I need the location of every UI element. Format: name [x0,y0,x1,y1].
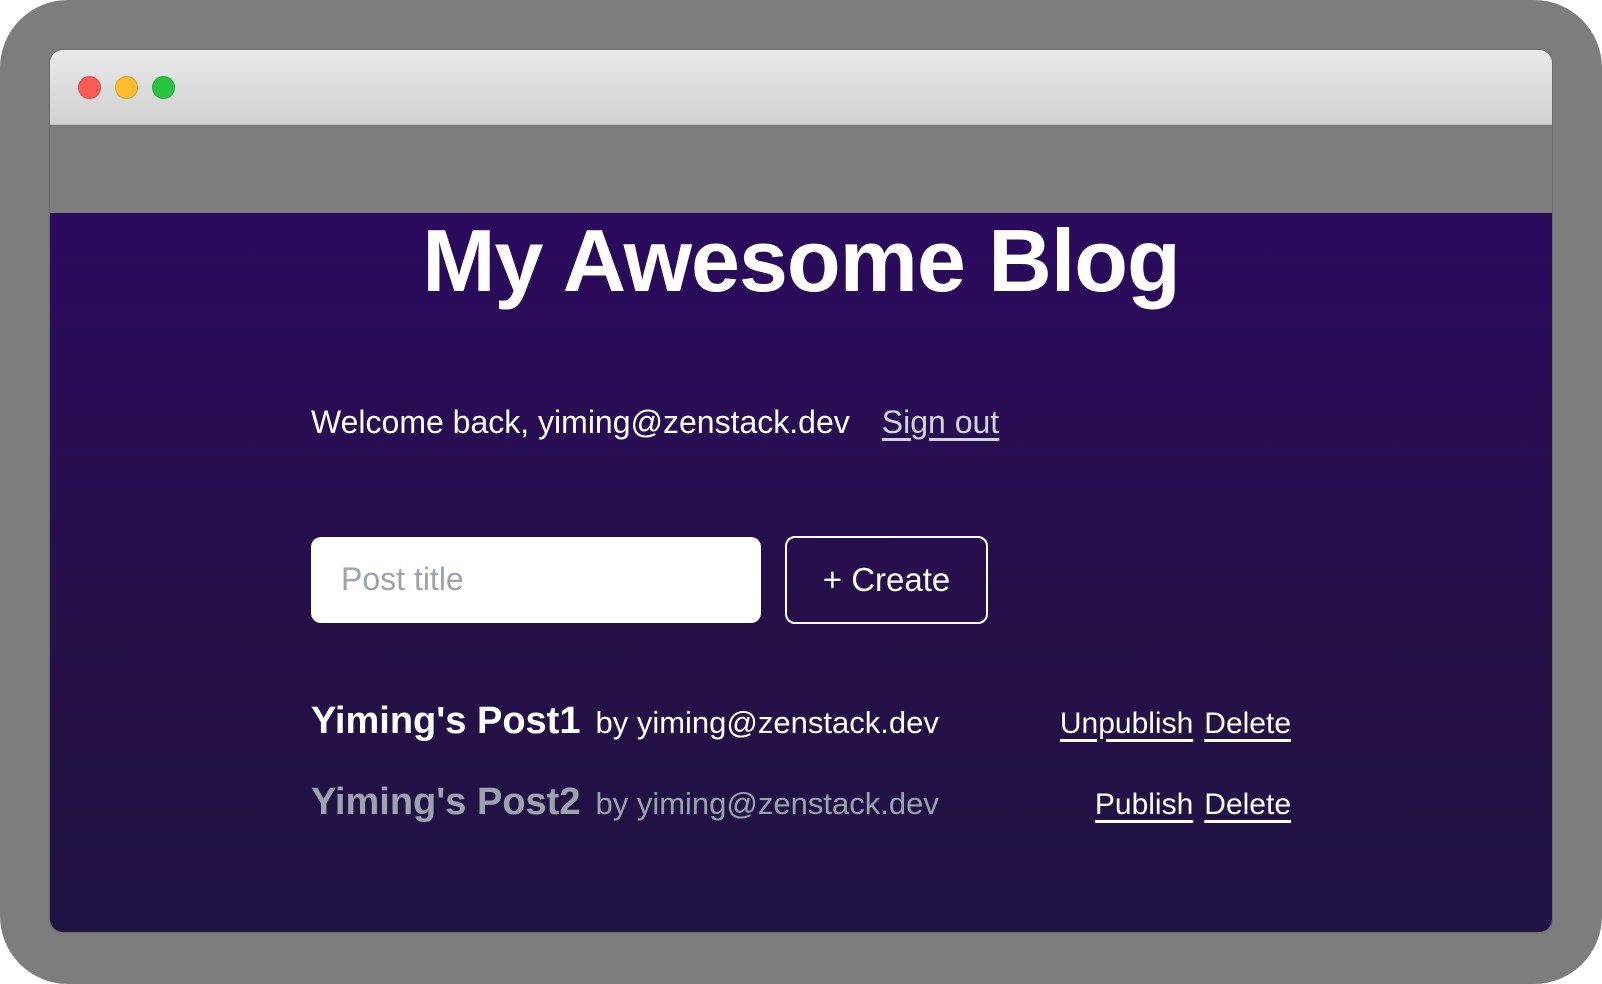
window-shadow-backdrop: My Awesome Blog Welcome back, yiming@zen… [0,0,1602,984]
page-title: My Awesome Blog [311,213,1291,310]
create-post-button[interactable]: + Create [785,536,988,624]
window-titlebar[interactable] [50,50,1552,125]
app-window: My Awesome Blog Welcome back, yiming@zen… [50,50,1552,932]
unpublish-link[interactable]: Unpublish [1060,702,1193,746]
post-title-text: Yiming's Post2 [311,775,580,830]
post-row: Yiming's Post2 by yiming@zenstack.dev Pu… [311,775,1291,830]
content-container: My Awesome Blog Welcome back, yiming@zen… [311,213,1291,830]
post-author-text: by yiming@zenstack.dev [595,701,938,746]
delete-link[interactable]: Delete [1204,702,1291,746]
post-list: Yiming's Post1 by yiming@zenstack.dev Un… [311,694,1291,830]
post-actions: Unpublish Delete [1060,702,1291,746]
post-row: Yiming's Post1 by yiming@zenstack.dev Un… [311,694,1291,749]
post-info: Yiming's Post1 by yiming@zenstack.dev [311,694,939,749]
welcome-row: Welcome back, yiming@zenstack.dev Sign o… [311,400,1291,445]
sign-out-link[interactable]: Sign out [882,400,999,445]
post-actions: Publish Delete [1095,783,1291,827]
welcome-text: Welcome back, yiming@zenstack.dev [311,400,850,445]
post-author-text: by yiming@zenstack.dev [595,782,938,827]
zoom-window-button[interactable] [152,76,175,99]
post-info: Yiming's Post2 by yiming@zenstack.dev [311,775,939,830]
traffic-light-controls [78,76,175,99]
delete-link[interactable]: Delete [1204,783,1291,827]
post-title-text: Yiming's Post1 [311,694,580,749]
close-window-button[interactable] [78,76,101,99]
post-title-input[interactable] [311,537,761,623]
create-post-form: + Create [311,537,1291,624]
publish-link[interactable]: Publish [1095,783,1193,827]
minimize-window-button[interactable] [115,76,138,99]
page-content: My Awesome Blog Welcome back, yiming@zen… [50,213,1552,932]
